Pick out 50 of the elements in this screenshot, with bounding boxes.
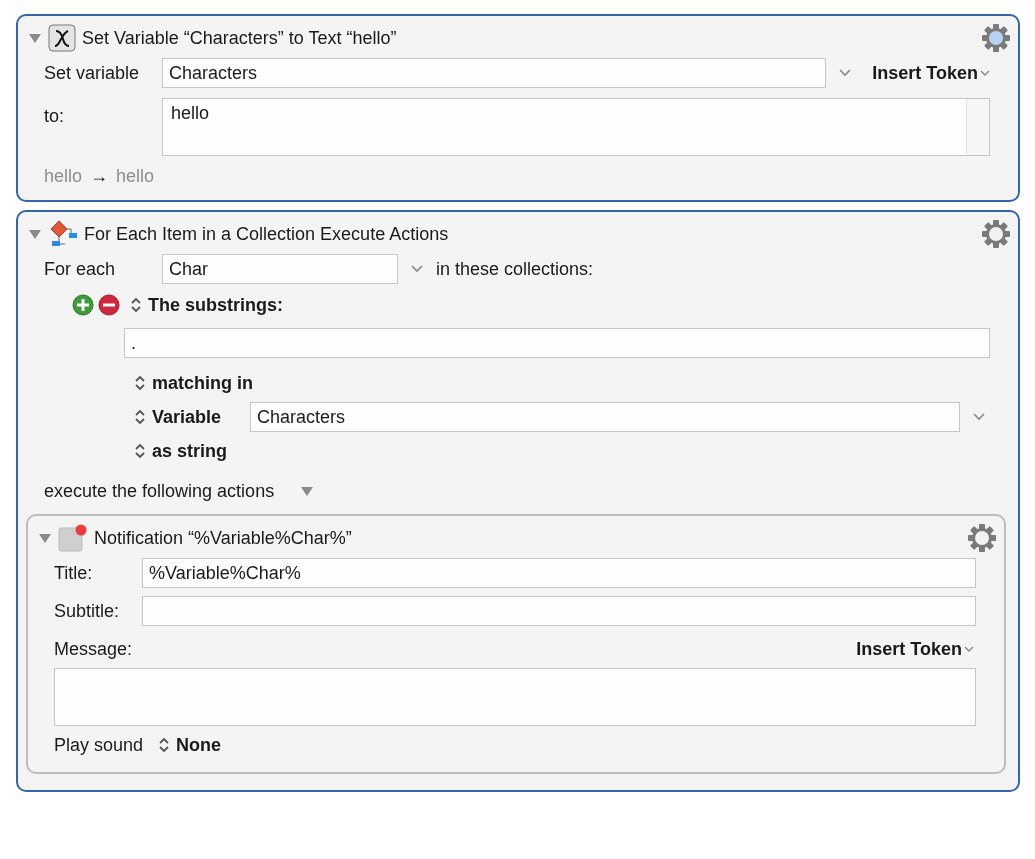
add-icon[interactable] — [72, 294, 94, 316]
title-field[interactable]: %Variable%Char% — [142, 558, 976, 588]
insert-token-button[interactable]: Insert Token — [872, 62, 990, 84]
notification-icon — [58, 524, 88, 552]
variable-name-field[interactable]: Characters — [250, 402, 960, 432]
stepper-icon[interactable] — [134, 442, 146, 460]
gear-icon[interactable] — [982, 24, 1010, 52]
field-label: Title: — [54, 562, 93, 583]
flowchart-icon — [48, 219, 78, 249]
gear-icon[interactable] — [968, 524, 996, 552]
field-label: Subtitle: — [54, 600, 120, 621]
insert-token-button[interactable]: Insert Token — [856, 638, 974, 660]
disclosure-triangle-icon[interactable] — [300, 485, 315, 497]
preview-text: hello → hello — [44, 164, 156, 188]
sound-popup[interactable]: None — [158, 734, 221, 756]
action-title: For Each Item in a Collection Execute Actions — [84, 223, 450, 245]
chevron-down-icon — [980, 69, 990, 77]
stepper-icon[interactable] — [134, 374, 146, 392]
field-label: Play sound — [54, 734, 144, 755]
collection-type-popup[interactable]: The substrings: — [130, 294, 283, 316]
disclosure-triangle-icon[interactable] — [28, 32, 42, 44]
chevron-down-icon[interactable] — [973, 413, 985, 421]
variable-name-field[interactable]: Char — [162, 254, 398, 284]
chevron-down-icon[interactable] — [411, 265, 423, 273]
as-popup[interactable]: as string — [134, 440, 228, 462]
field-label: execute the following actions — [44, 480, 275, 502]
message-field[interactable] — [54, 668, 976, 726]
remove-icon[interactable] — [98, 294, 120, 316]
disclosure-triangle-icon[interactable] — [38, 532, 52, 544]
matching-popup[interactable]: matching in — [134, 372, 253, 394]
chevron-down-icon — [964, 645, 974, 653]
variable-name-field[interactable]: Characters — [162, 58, 827, 88]
action-title: Notification “%Variable%Char%” — [94, 527, 353, 549]
chevron-down-icon[interactable] — [839, 69, 852, 77]
variable-x-icon — [48, 24, 76, 52]
field-label: in these collections: — [436, 258, 594, 280]
text-area[interactable]: hello — [162, 98, 990, 156]
stepper-icon[interactable] — [158, 736, 170, 754]
field-label: For each — [44, 258, 116, 279]
subtitle-field[interactable] — [142, 596, 976, 626]
pattern-field[interactable]: . — [124, 328, 990, 358]
field-label: Message: — [54, 638, 133, 660]
field-label: Set variable — [44, 62, 140, 83]
disclosure-triangle-icon[interactable] — [28, 228, 42, 240]
stepper-icon[interactable] — [134, 408, 146, 426]
source-popup[interactable]: Variable — [134, 406, 242, 428]
gear-icon[interactable] — [982, 220, 1010, 248]
stepper-icon[interactable] — [130, 296, 142, 314]
field-label: to: — [44, 106, 64, 126]
action-title: Set Variable “Characters” to Text “hello” — [82, 27, 398, 49]
